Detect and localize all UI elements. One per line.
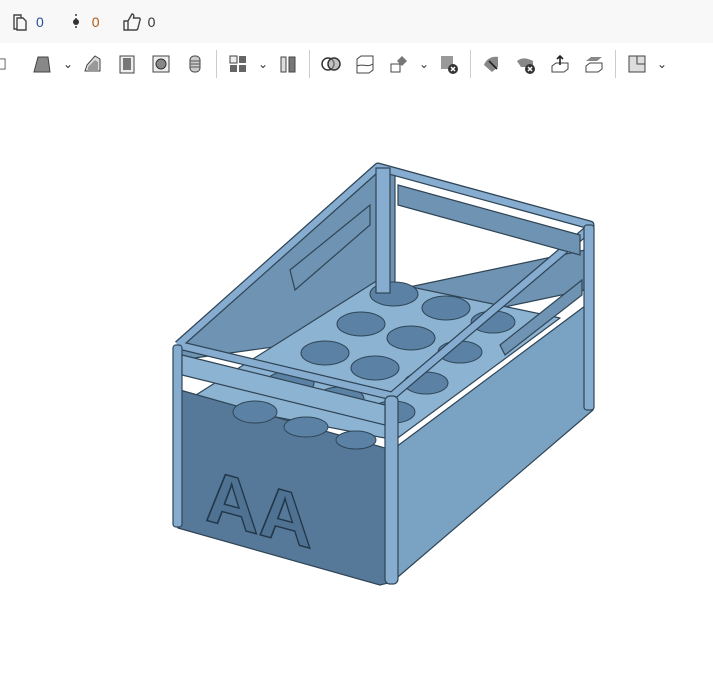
replace-face-icon <box>585 57 603 73</box>
right-corner-post <box>583 224 595 411</box>
cylinder-icon <box>189 55 201 73</box>
delete-part-tool[interactable] <box>432 49 466 79</box>
branches-count: 0 <box>91 13 100 30</box>
delete-part-icon <box>441 56 458 74</box>
transform-tool[interactable] <box>382 49 416 79</box>
mirror-icon <box>280 56 296 73</box>
toolbar-divider <box>470 50 471 78</box>
branches-stat[interactable]: 0 <box>66 12 100 32</box>
pattern-dropdown[interactable]: ⌄ <box>255 49 271 79</box>
offset-face-icon <box>551 54 569 73</box>
mirror-tool[interactable] <box>271 49 305 79</box>
toolbar-divider <box>309 50 310 78</box>
transform-icon <box>390 56 407 73</box>
branch-icon <box>72 13 79 30</box>
toolbar-divider <box>615 50 616 78</box>
extrude-face-tool[interactable] <box>543 49 577 79</box>
delete-face-icon <box>517 58 535 74</box>
likes-count: 0 <box>147 13 156 30</box>
sketch-tool[interactable] <box>0 49 14 79</box>
split-icon <box>356 55 374 74</box>
extrude-tool[interactable] <box>26 49 60 79</box>
shell-tool[interactable] <box>110 49 144 79</box>
boolean-tool[interactable] <box>314 49 348 79</box>
back-corner-post <box>375 167 391 294</box>
copies-count: 0 <box>36 13 44 30</box>
part-model[interactable]: AA <box>0 85 713 689</box>
graphics-viewport[interactable]: AA <box>0 85 713 689</box>
front-corner-post <box>384 395 399 585</box>
plane-dropdown[interactable]: ⌄ <box>654 49 670 79</box>
copies-stat[interactable]: 0 <box>10 12 44 32</box>
copy-icon <box>13 13 27 31</box>
modify-fillet-tool[interactable] <box>475 49 509 79</box>
extrude-dropdown[interactable]: ⌄ <box>60 49 76 79</box>
move-face-icon <box>484 56 498 72</box>
toolbar-divider <box>216 50 217 78</box>
boolean-pattern-tool[interactable] <box>221 49 255 79</box>
sweep-icon <box>84 55 101 72</box>
hole-icon <box>152 55 170 73</box>
thread-tool[interactable] <box>178 49 212 79</box>
transform-dropdown[interactable]: ⌄ <box>416 49 432 79</box>
replace-face-tool[interactable] <box>577 49 611 79</box>
pattern-icon <box>229 55 246 72</box>
plane-icon <box>628 55 646 73</box>
sweep-tool[interactable] <box>76 49 110 79</box>
delete-face-tool[interactable] <box>509 49 543 79</box>
sketch-icon <box>0 58 6 70</box>
hole-tool[interactable] <box>144 49 178 79</box>
plane-tool[interactable] <box>620 49 654 79</box>
left-corner-post <box>172 344 183 528</box>
thumbs-up-icon <box>122 12 141 31</box>
split-tool[interactable] <box>348 49 382 79</box>
boolean-icon <box>321 57 341 71</box>
likes-stat[interactable]: 0 <box>122 12 156 32</box>
feature-toolbar: ⌄ ⌄ ⌄ ⌄ <box>0 43 713 85</box>
extrude-icon <box>33 56 51 73</box>
shell-icon <box>119 55 135 74</box>
document-stats-bar: 0 0 0 <box>0 0 713 43</box>
